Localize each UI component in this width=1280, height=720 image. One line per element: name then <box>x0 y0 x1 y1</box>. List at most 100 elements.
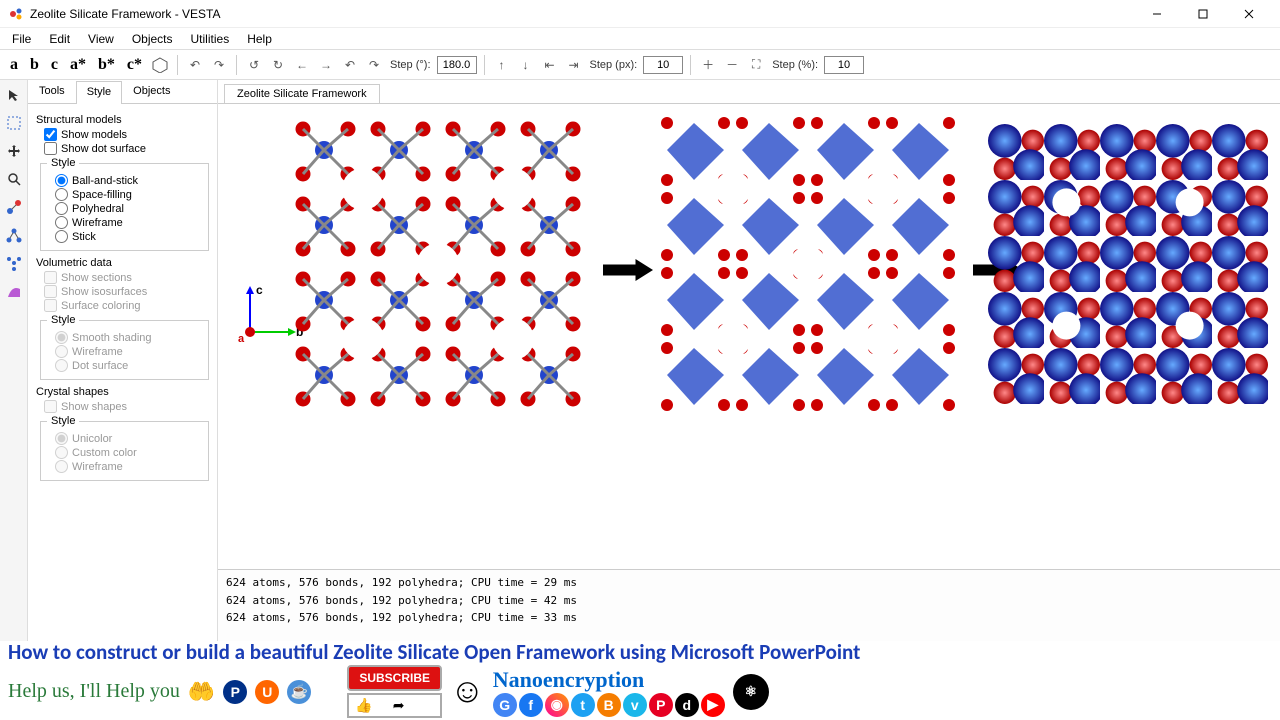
kofi-icon[interactable]: ☕ <box>287 680 311 704</box>
menu-view[interactable]: View <box>80 30 122 48</box>
step-px-input[interactable] <box>643 56 683 74</box>
separator <box>236 55 237 75</box>
redo-icon[interactable]: ↷ <box>209 55 229 75</box>
axis-a-button[interactable]: a <box>6 56 22 74</box>
step-pct-input[interactable] <box>824 56 864 74</box>
bond-tool[interactable] <box>3 196 25 218</box>
zoom-tool[interactable] <box>3 168 25 190</box>
rotate-left-icon[interactable]: ← <box>292 55 312 75</box>
viewport[interactable]: c b a <box>218 104 1280 569</box>
axis-c-label: c <box>256 284 263 297</box>
pinterest-icon[interactable]: P <box>649 693 673 717</box>
move-up-icon[interactable]: ↑ <box>492 55 512 75</box>
move-left-icon[interactable]: ⇤ <box>540 55 560 75</box>
separator <box>484 55 485 75</box>
paypal-icon[interactable]: P <box>223 680 247 704</box>
rotate-up-icon[interactable]: ↶ <box>340 55 360 75</box>
youtube-icon[interactable]: ▶ <box>701 693 725 717</box>
social-icons: G f ◉ t B v P d ▶ <box>493 693 725 717</box>
vol-dot: Dot surface <box>55 359 202 372</box>
style-ball-stick[interactable]: Ball-and-stick <box>55 174 202 187</box>
fit-icon[interactable]: ⛶ <box>746 55 766 75</box>
show-shapes-check[interactable]: Show shapes <box>44 400 209 413</box>
menu-help[interactable]: Help <box>239 30 280 48</box>
angle-tool[interactable] <box>3 224 25 246</box>
help-text: Help us, I'll Help you <box>8 680 180 703</box>
step-deg-label: Step (°): <box>390 59 430 71</box>
move-down-icon[interactable]: ↓ <box>516 55 536 75</box>
crystal-unicolor: Unicolor <box>55 432 202 445</box>
menu-edit[interactable]: Edit <box>41 30 78 48</box>
instagram-icon[interactable]: ◉ <box>545 693 569 717</box>
twitter-icon[interactable]: t <box>571 693 595 717</box>
style-wireframe[interactable]: Wireframe <box>55 216 202 229</box>
move-tool[interactable] <box>3 140 25 162</box>
structural-models-title: Structural models <box>36 114 209 126</box>
model-style-group: Style Ball-and-stick Space-filling Polyh… <box>40 157 209 251</box>
zoom-out-icon[interactable]: － <box>722 55 742 75</box>
axis-b-button[interactable]: b <box>26 56 43 74</box>
toolbar: a b c a* b* c* ↶ ↷ ↺ ↻ ← → ↶ ↷ Step (°):… <box>0 50 1280 80</box>
window-controls <box>1134 0 1272 28</box>
menubar: File Edit View Objects Utilities Help <box>0 28 1280 50</box>
pointer-tool[interactable] <box>3 84 25 106</box>
show-isosurfaces-check[interactable]: Show isosurfaces <box>44 285 209 298</box>
content-area: Tools Style Objects Structural models Sh… <box>0 80 1280 641</box>
structure-ball-stick <box>288 114 588 414</box>
move-right-icon[interactable]: ⇥ <box>564 55 584 75</box>
axis-cstar-button[interactable]: c* <box>123 56 146 74</box>
axis-c-button[interactable]: c <box>47 56 62 74</box>
step-deg-input[interactable] <box>437 56 477 74</box>
show-models-check[interactable]: Show models <box>44 128 209 141</box>
rotate-down-icon[interactable]: ↷ <box>364 55 384 75</box>
axis-bstar-button[interactable]: b* <box>94 56 119 74</box>
doc-tab[interactable]: Zeolite Silicate Framework <box>224 84 380 103</box>
banner-headline: How to construct or build a beautiful Ze… <box>8 641 1272 663</box>
vol-style-legend: Style <box>47 314 79 326</box>
banner-help-row: Help us, I'll Help you 🤲 P U ☕ SUBSCRIBE… <box>8 665 1272 718</box>
menu-file[interactable]: File <box>4 30 39 48</box>
blogger-icon[interactable]: B <box>597 693 621 717</box>
maximize-button[interactable] <box>1180 0 1226 28</box>
menu-objects[interactable]: Objects <box>124 30 181 48</box>
axis-a-label: a <box>238 333 245 345</box>
window-title: Zeolite Silicate Framework - VESTA <box>30 7 1134 21</box>
menu-utilities[interactable]: Utilities <box>183 30 238 48</box>
minimize-button[interactable] <box>1134 0 1180 28</box>
surface-coloring-check[interactable]: Surface coloring <box>44 299 209 312</box>
vol-smooth: Smooth shading <box>55 331 202 344</box>
rotate-ccw-icon[interactable]: ↺ <box>244 55 264 75</box>
structure-space-filling <box>988 114 1268 414</box>
facebook-icon[interactable]: f <box>519 693 543 717</box>
google-icon[interactable]: G <box>493 693 517 717</box>
close-button[interactable] <box>1226 0 1272 28</box>
rotate-cw-icon[interactable]: ↻ <box>268 55 288 75</box>
vimeo-icon[interactable]: v <box>623 693 647 717</box>
console-line: 624 atoms, 576 bonds, 192 polyhedra; CPU… <box>226 592 1272 610</box>
style-stick[interactable]: Stick <box>55 230 202 243</box>
show-sections-check[interactable]: Show sections <box>44 271 209 284</box>
surface-tool[interactable] <box>3 280 25 302</box>
rotate-right-icon[interactable]: → <box>316 55 336 75</box>
show-dot-check[interactable]: Show dot surface <box>44 142 209 155</box>
cube-icon[interactable] <box>150 55 170 75</box>
console-line: 624 atoms, 576 bonds, 192 polyhedra; CPU… <box>226 574 1272 592</box>
dihedral-tool[interactable] <box>3 252 25 274</box>
dailymotion-icon[interactable]: d <box>675 693 699 717</box>
axis-astar-button[interactable]: a* <box>66 56 90 74</box>
select-tool[interactable] <box>3 112 25 134</box>
console[interactable]: 624 atoms, 576 bonds, 192 polyhedra; CPU… <box>218 569 1280 641</box>
share-icon: ➦ <box>393 697 405 714</box>
undo-icon[interactable]: ↶ <box>185 55 205 75</box>
style-space-filling[interactable]: Space-filling <box>55 188 202 201</box>
zoom-in-icon[interactable]: ＋ <box>698 55 718 75</box>
patreon-icon[interactable]: U <box>255 680 279 704</box>
tab-objects[interactable]: Objects <box>122 80 181 103</box>
panel-body: Structural models Show models Show dot s… <box>28 104 217 641</box>
like-share-box[interactable]: 👍➦ <box>347 693 442 718</box>
tab-style[interactable]: Style <box>76 81 122 104</box>
style-polyhedral[interactable]: Polyhedral <box>55 202 202 215</box>
subscribe-button[interactable]: SUBSCRIBE <box>347 665 442 691</box>
tab-tools[interactable]: Tools <box>28 80 76 103</box>
brand-name: Nanoencryption <box>493 667 645 693</box>
